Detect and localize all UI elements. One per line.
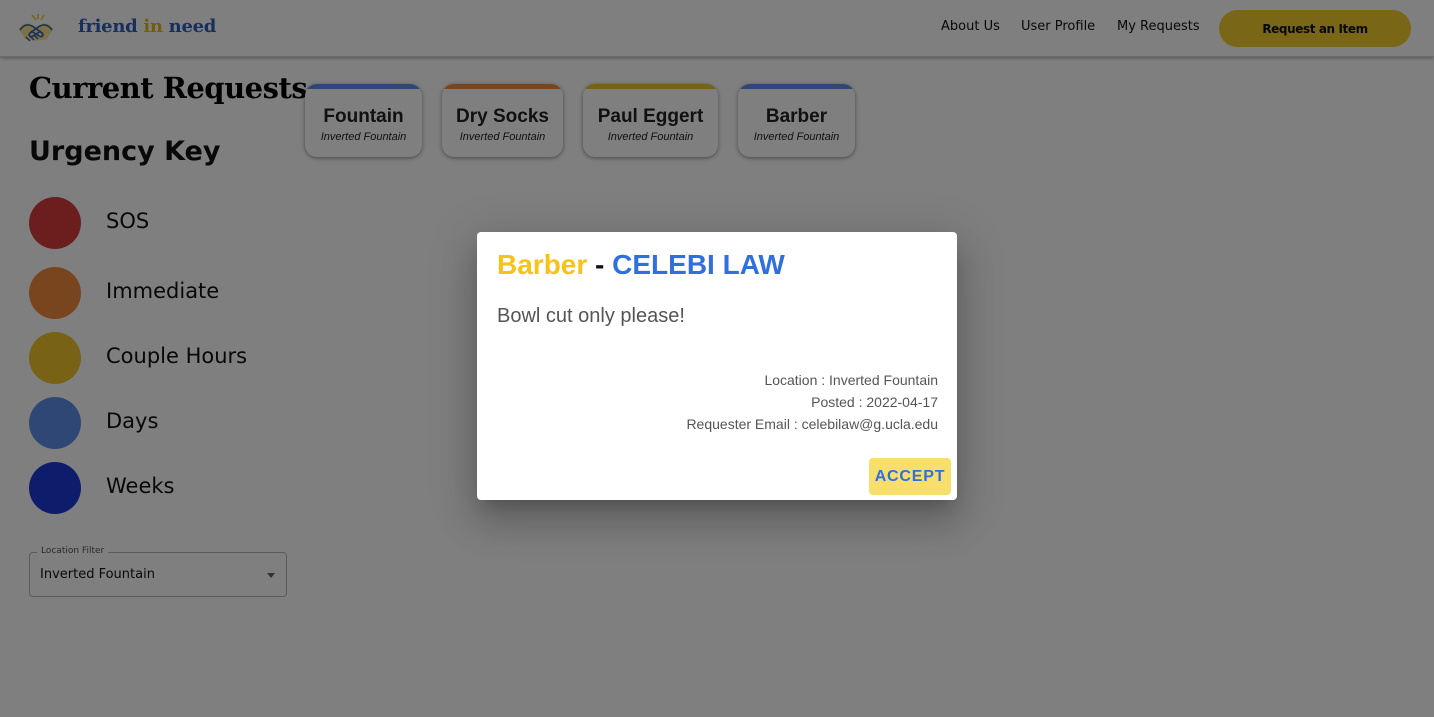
dialog-item-name: Barber xyxy=(497,249,588,280)
dialog-requester-name: CELEBI LAW xyxy=(612,249,785,280)
dialog-title: Barber - CELEBI LAW xyxy=(497,249,785,281)
dialog-location: Location : Inverted Fountain xyxy=(764,372,938,388)
request-detail-dialog: Barber - CELEBI LAW Bowl cut only please… xyxy=(477,232,957,500)
dialog-title-separator: - xyxy=(595,249,605,280)
accept-button[interactable]: ACCEPT xyxy=(869,458,951,495)
dialog-requester-email: Requester Email : celebilaw@g.ucla.edu xyxy=(686,416,938,432)
dialog-posted-date: Posted : 2022-04-17 xyxy=(811,394,938,410)
dialog-description: Bowl cut only please! xyxy=(497,305,685,327)
